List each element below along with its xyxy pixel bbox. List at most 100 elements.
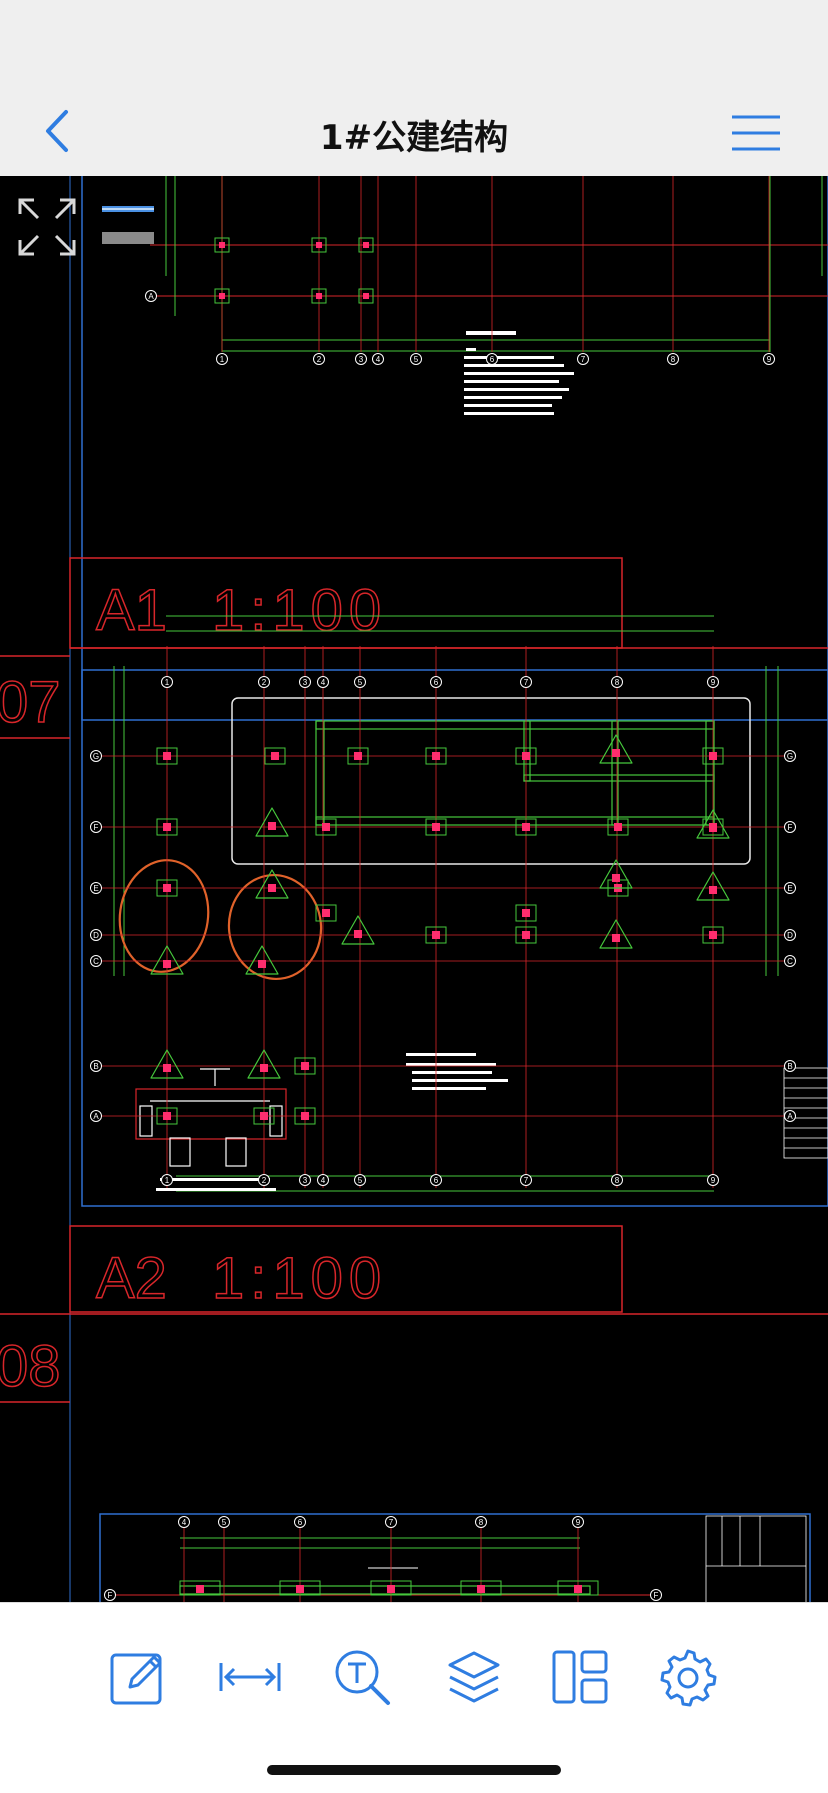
- grid-bubble-bottom-F-label: F: [108, 1591, 113, 1600]
- pencil-icon: [110, 1653, 162, 1705]
- column-1: [271, 752, 279, 760]
- page-title: 1#公建结构: [319, 118, 509, 158]
- triangle-column-8: [612, 934, 620, 942]
- grid-bubble-bottom-7-label: 7: [389, 1518, 394, 1527]
- grid-bubble-mid-bottom-6-label: 6: [434, 1176, 439, 1185]
- column-2: [354, 752, 362, 760]
- grid-bubble-mid-top-5-label: 5: [358, 678, 363, 687]
- column-bottom-1: [296, 1585, 304, 1593]
- triangle-column-9: [709, 824, 717, 832]
- notes-block-top: [464, 331, 574, 415]
- hamburger-menu-icon: [732, 115, 780, 151]
- text-search-button[interactable]: [330, 1645, 394, 1709]
- annotate-button[interactable]: [106, 1645, 170, 1709]
- grid-bubble-bottom-6-label: 6: [298, 1518, 303, 1527]
- navigation-bar: 1#公建结构: [0, 0, 828, 177]
- settings-button[interactable]: [656, 1645, 720, 1709]
- layers-toggle-button[interactable]: [100, 202, 156, 252]
- grid-bubble-left-D-label: D: [93, 931, 99, 940]
- column-4: [522, 752, 530, 760]
- column-bottom-0: [196, 1585, 204, 1593]
- layers-icon: [448, 1651, 500, 1703]
- sheet-scale-a2: 1:100: [212, 1246, 387, 1311]
- grid-bubble-left-C-label: C: [93, 957, 99, 966]
- triangle-column-11: [612, 874, 620, 882]
- triangle-column-4: [258, 960, 266, 968]
- layout-button[interactable]: [548, 1645, 612, 1709]
- grid-bubble-right-E-label: E: [787, 884, 792, 893]
- layout-icon: [552, 1650, 608, 1704]
- annotation-circle-1: [118, 859, 210, 973]
- column-top-4: [316, 293, 322, 299]
- grid-bubble-right-A-label: A: [787, 1112, 793, 1121]
- cad-drawing[interactable]: A1 1:100 A2 1:100 07 08 1 2 3 4 5 6 7 8 …: [0, 176, 828, 1602]
- bottom-toolbar: [0, 1602, 828, 1793]
- column-bottom-4: [574, 1585, 582, 1593]
- column-12: [322, 909, 330, 917]
- column-bottom-3: [477, 1585, 485, 1593]
- column-top-1: [316, 242, 322, 248]
- grid-bubble-mid-bottom-5-label: 5: [358, 1176, 363, 1185]
- grid-bubble-mid-top-2-label: 2: [262, 678, 267, 687]
- sheet-border-bottom: [99, 1513, 811, 1602]
- column-top-5: [363, 293, 369, 299]
- grid-bubble-left-F-label: F: [94, 823, 99, 832]
- home-indicator: [267, 1765, 561, 1775]
- grid-bubble-mid-bottom-9-label: 9: [711, 1176, 716, 1185]
- column-top-0: [219, 242, 225, 248]
- grid-bubble-bottom-F-right-label: F: [654, 1591, 659, 1600]
- column-top-2: [363, 242, 369, 248]
- grid-bubble-top-6-label: 6: [490, 355, 495, 364]
- grid-bubble-mid-top-6-label: 6: [434, 678, 439, 687]
- grid-bubble-left-E-label: E: [93, 884, 98, 893]
- triangle-column-2: [268, 884, 276, 892]
- grid-bubble-top-5-label: 5: [414, 355, 419, 364]
- column-17: [709, 931, 717, 939]
- fullscreen-icon: [18, 198, 76, 256]
- drawing-canvas[interactable]: A1 1:100 A2 1:100 07 08 1 2 3 4 5 6 7 8 …: [0, 176, 828, 1602]
- grid-bubble-mid-top-7-label: 7: [524, 678, 529, 687]
- side-number-07: 07: [0, 670, 61, 735]
- menu-button[interactable]: [730, 113, 782, 153]
- column-18: [163, 1112, 171, 1120]
- grid-bubble-left-A-label: A: [93, 1112, 99, 1121]
- sheet-label-a2: A2: [96, 1246, 167, 1311]
- triangle-column-10: [709, 886, 717, 894]
- grid-bubble-mid-top-4-label: 4: [321, 678, 326, 687]
- triangle-column-0: [612, 749, 620, 757]
- grid-bubble-mid-bottom-4-label: 4: [321, 1176, 326, 1185]
- grid-bubble-mid-bottom-2-label: 2: [262, 1176, 267, 1185]
- grid-bubble-bottom-4-label: 4: [182, 1518, 187, 1527]
- grid-bubble-top-3-label: 3: [359, 355, 364, 364]
- gear-icon: [660, 1649, 717, 1707]
- grid-bubble-right-C-label: C: [787, 957, 793, 966]
- column-21: [301, 1062, 309, 1070]
- column-9: [432, 823, 440, 831]
- ruler-distance-icon: [219, 1663, 281, 1691]
- grid-bubble-bottom-5-label: 5: [222, 1518, 227, 1527]
- sheet-border-top: [81, 176, 828, 721]
- column-10: [522, 823, 530, 831]
- grid-bubble-right-G-label: G: [787, 752, 793, 761]
- top-plan: [150, 176, 828, 352]
- grid-bubble-mid-bottom-1-label: 1: [165, 1176, 170, 1185]
- grid-bubble-top-1-label: 1: [220, 355, 225, 364]
- foundation-plan: [113, 615, 779, 1192]
- column-11: [614, 823, 622, 831]
- grid-bubble-right-F-label: F: [788, 823, 793, 832]
- grid-bubble-top-A-label: A: [148, 292, 154, 301]
- column-19: [260, 1112, 268, 1120]
- grid-bubble-top-2-label: 2: [317, 355, 322, 364]
- grid-bubble-left-G-label: G: [93, 752, 99, 761]
- measure-button[interactable]: [218, 1645, 282, 1709]
- triangle-column-1: [268, 822, 276, 830]
- fullscreen-button[interactable]: [16, 196, 78, 258]
- layers-button[interactable]: [442, 1645, 506, 1709]
- grid-bubble-mid-bottom-3-label: 3: [303, 1176, 308, 1185]
- triangle-column-7: [354, 930, 362, 938]
- text-search-icon: [335, 1650, 390, 1705]
- grid-bubble-mid-top-9-label: 9: [711, 678, 716, 687]
- grid-bubble-mid-bottom-8-label: 8: [615, 1176, 620, 1185]
- title-block: [705, 1515, 807, 1602]
- column-bottom-2: [387, 1585, 395, 1593]
